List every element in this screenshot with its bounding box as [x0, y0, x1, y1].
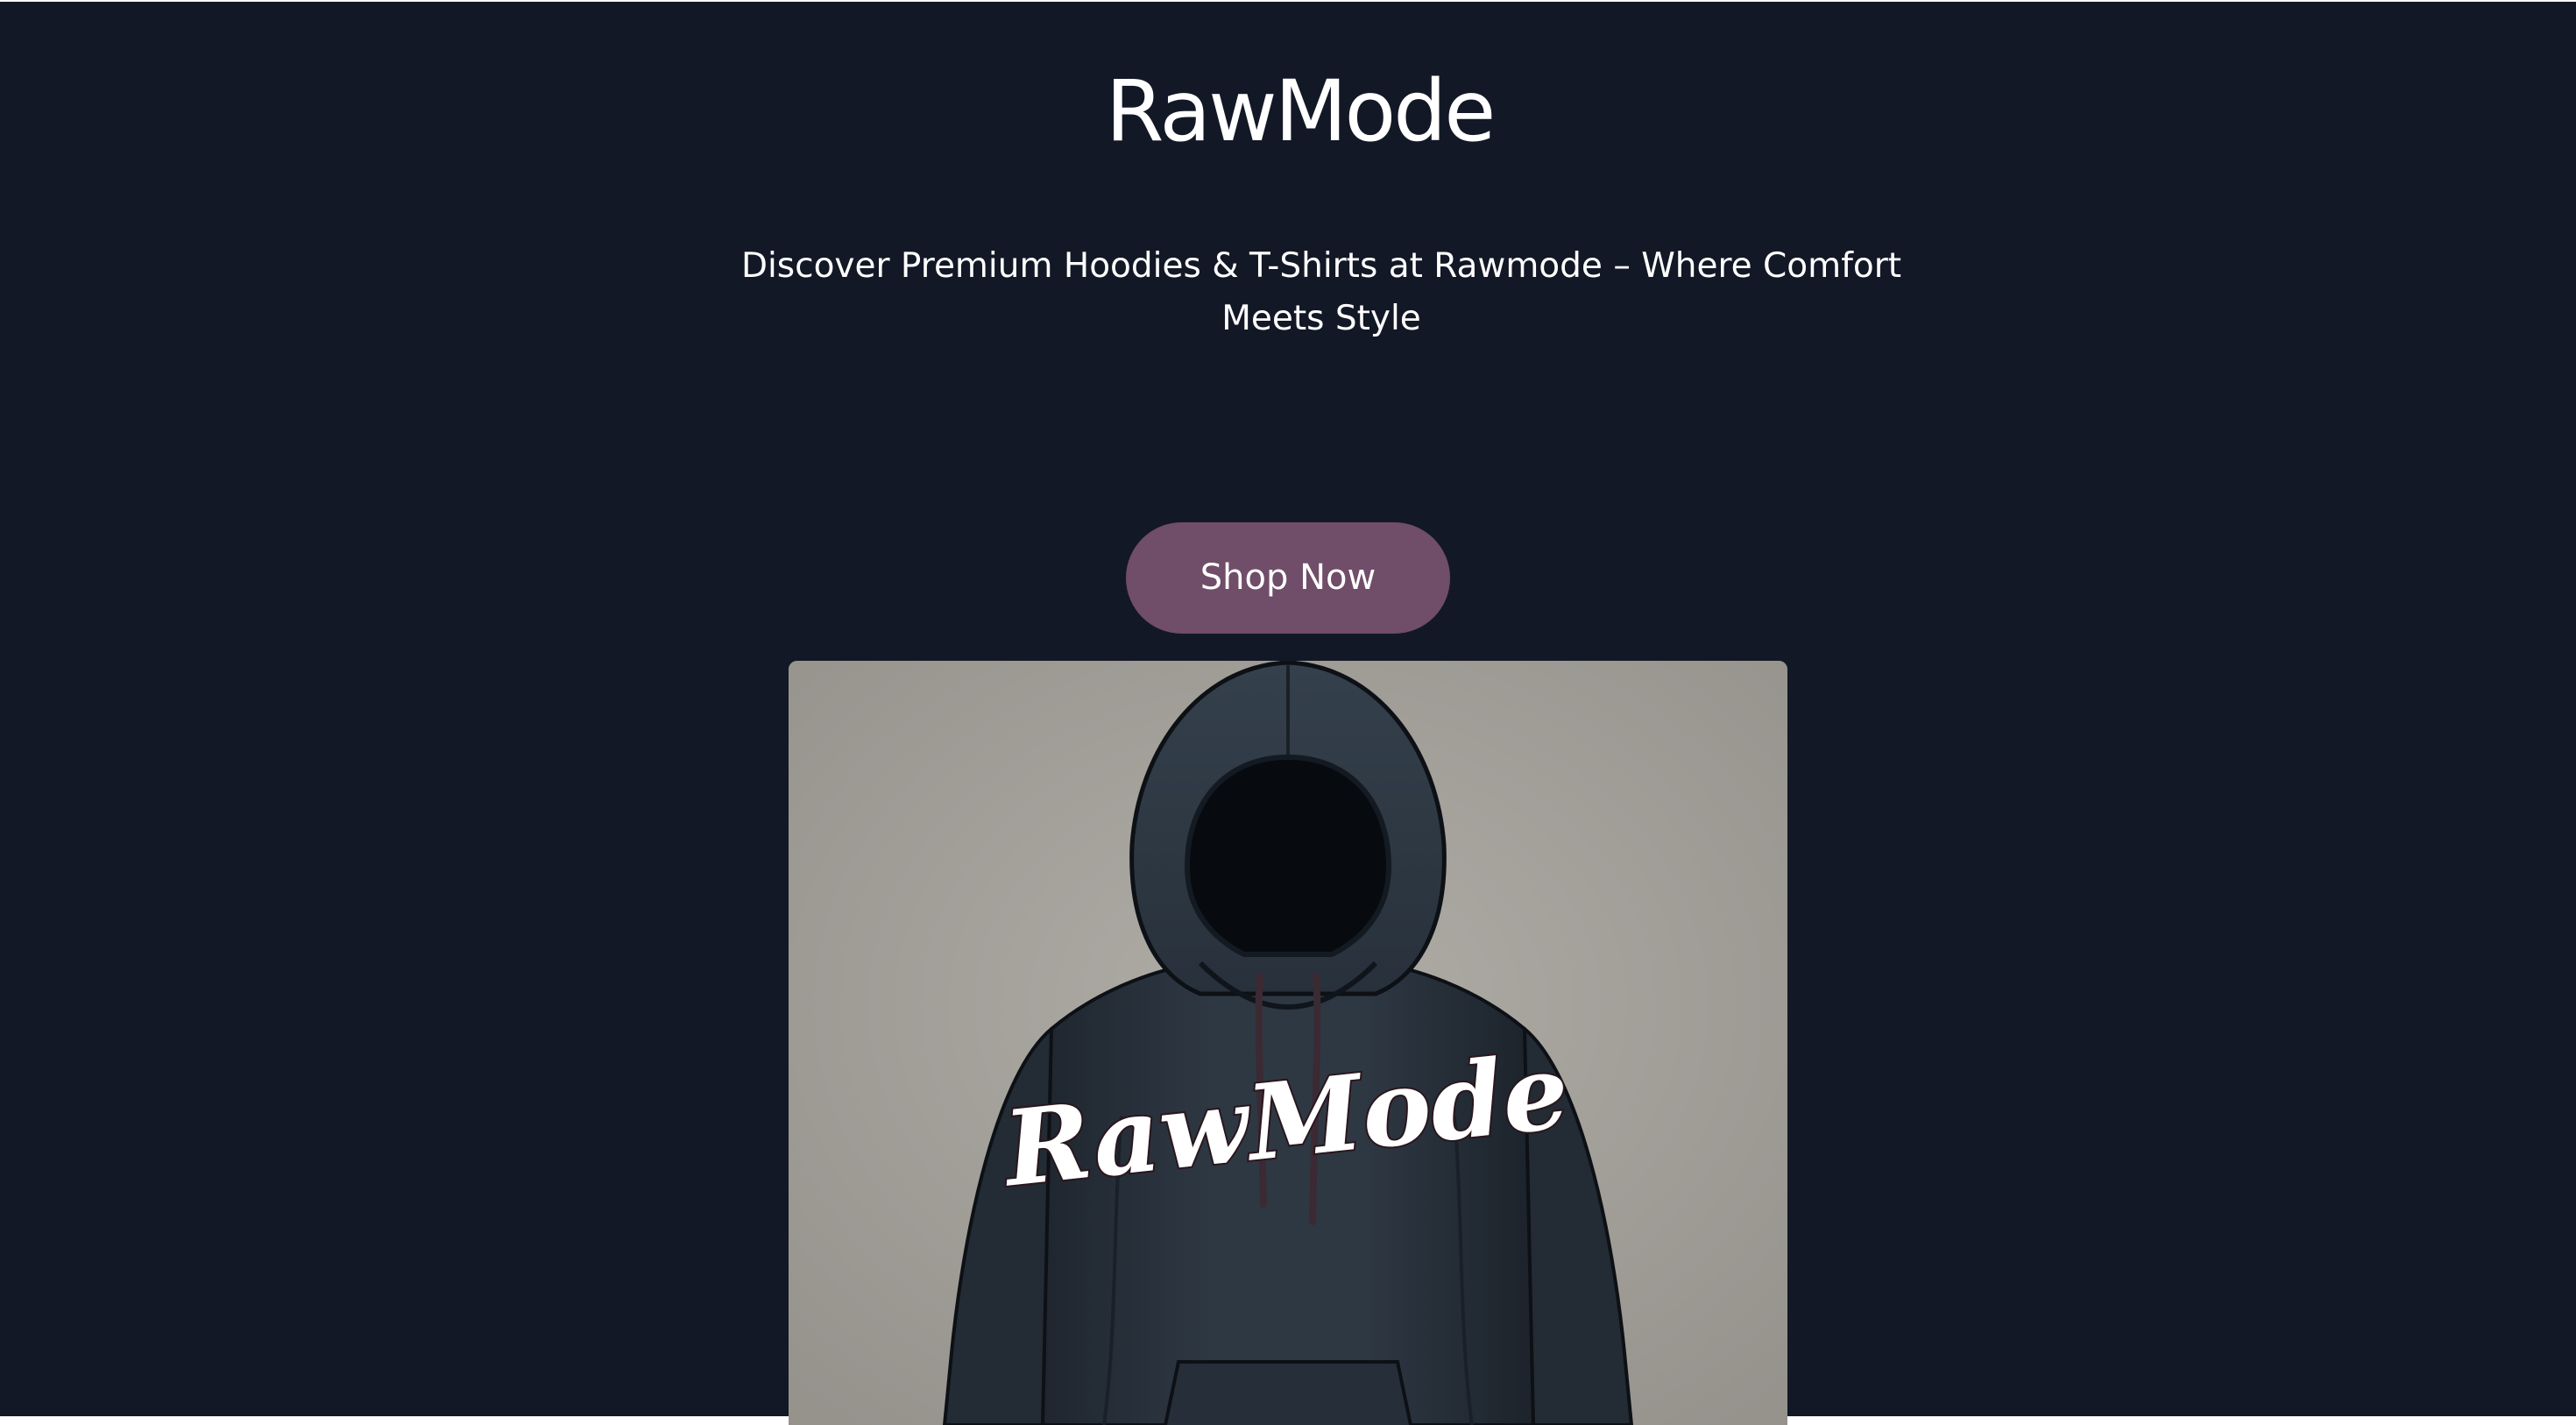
hoodie-product-image: RawMode: [789, 661, 1787, 1425]
hero-tagline: Discover Premium Hoodies & T-Shirts at R…: [740, 246, 1902, 338]
brand-title: RawMode: [1105, 62, 1497, 160]
shop-now-button[interactable]: Shop Now: [1126, 522, 1450, 634]
